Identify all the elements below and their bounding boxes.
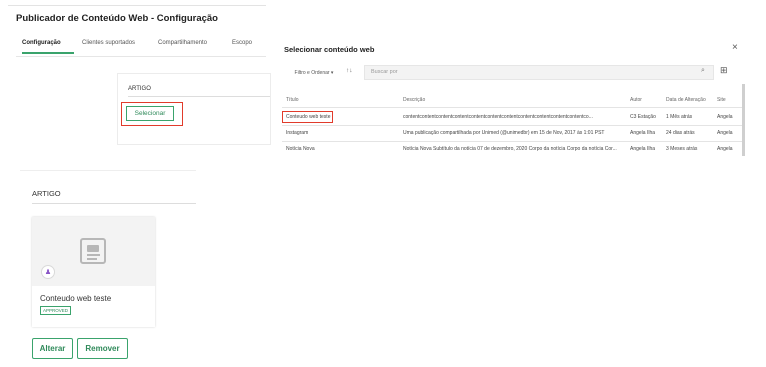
page-title: Publicador de Conteúdo Web - Configuraçã… xyxy=(16,13,218,24)
cell-author: C3 Estação xyxy=(630,114,656,120)
article-divider xyxy=(128,96,270,97)
document-line xyxy=(87,258,97,260)
row-divider xyxy=(282,141,744,142)
cell-author: Angela Ilha xyxy=(630,146,656,152)
cell-site: Angela xyxy=(717,146,733,152)
document-line xyxy=(87,254,100,256)
vertical-scrollbar[interactable] xyxy=(742,84,745,156)
document-image-block xyxy=(87,245,99,252)
cell-date: 3 Meses atrás xyxy=(666,146,698,152)
column-header-date: Data de Alteração xyxy=(666,97,706,103)
select-button[interactable]: Selecionar xyxy=(126,106,174,121)
tab-compartilhamento[interactable]: Compartilhamento xyxy=(158,40,207,46)
modal-title: Selecionar conteúdo web xyxy=(284,45,375,54)
cell-title[interactable]: Instagram xyxy=(286,130,332,136)
cell-description: Uma publicação compartilhada por Unimed … xyxy=(403,130,605,136)
column-header-title: Título xyxy=(286,97,299,103)
cell-description: contentcontentcontentcontentcontentconte… xyxy=(403,114,593,120)
column-header-site: Site xyxy=(717,97,726,103)
tab-configuracao[interactable]: Configuração xyxy=(22,40,61,46)
content-title: Conteudo web teste xyxy=(40,294,112,303)
cell-site: Angela xyxy=(717,114,733,120)
cell-title[interactable]: Conteudo web teste xyxy=(286,114,332,120)
article-label: ARTIGO xyxy=(32,189,61,198)
close-icon[interactable]: × xyxy=(732,42,738,53)
cell-date: 24 dias atrás xyxy=(666,130,695,136)
search-icon[interactable]: ⌕ xyxy=(701,67,705,75)
change-button[interactable]: Alterar xyxy=(32,338,73,359)
cell-author: Angela Ilha xyxy=(630,130,656,136)
article-selected-panel: ARTIGO ♟ Conteudo web teste APPROVED Alt… xyxy=(20,170,196,367)
article-label: ARTIGO xyxy=(128,86,151,92)
remove-button[interactable]: Remover xyxy=(77,338,128,359)
tab-clientes-suportados[interactable]: Clientes suportados xyxy=(82,40,135,46)
document-icon xyxy=(80,238,106,264)
top-divider xyxy=(8,5,266,6)
tabs-divider xyxy=(16,56,266,57)
select-content-modal: Selecionar conteúdo web × Filtro e Orden… xyxy=(276,32,746,156)
content-card[interactable]: ♟ Conteudo web teste APPROVED xyxy=(32,217,155,327)
article-divider xyxy=(32,203,196,204)
search-input[interactable]: Buscar por ⌕ xyxy=(364,65,714,80)
active-tab-indicator xyxy=(22,52,74,54)
sort-icon[interactable]: ↑↓ xyxy=(346,67,353,74)
cell-site: Angela xyxy=(717,130,733,136)
row-divider xyxy=(282,125,744,126)
filter-order-dropdown[interactable]: Filtro e Ordenar ▾ xyxy=(284,66,344,79)
search-placeholder: Buscar por xyxy=(371,69,398,75)
article-section: ARTIGO Selecionar xyxy=(118,74,270,144)
cell-date: 1 Mês atrás xyxy=(666,114,693,120)
panel-top-border xyxy=(20,170,196,171)
content-thumbnail: ♟ xyxy=(32,217,155,286)
header-divider xyxy=(282,107,744,108)
column-header-description: Descrição xyxy=(403,97,426,103)
grid-view-icon[interactable]: ⊞ xyxy=(720,65,728,76)
config-panel: Publicador de Conteúdo Web - Configuraçã… xyxy=(8,0,270,155)
tab-escopo[interactable]: Escopo xyxy=(232,40,252,46)
column-header-author: Autor xyxy=(630,97,642,103)
cell-title[interactable]: Notícia Nova xyxy=(286,146,332,152)
cell-description: Notícia Nova Subtítulo da notícia 07 de … xyxy=(403,146,617,152)
status-badge: APPROVED xyxy=(40,306,72,315)
user-avatar-icon: ♟ xyxy=(41,265,55,279)
